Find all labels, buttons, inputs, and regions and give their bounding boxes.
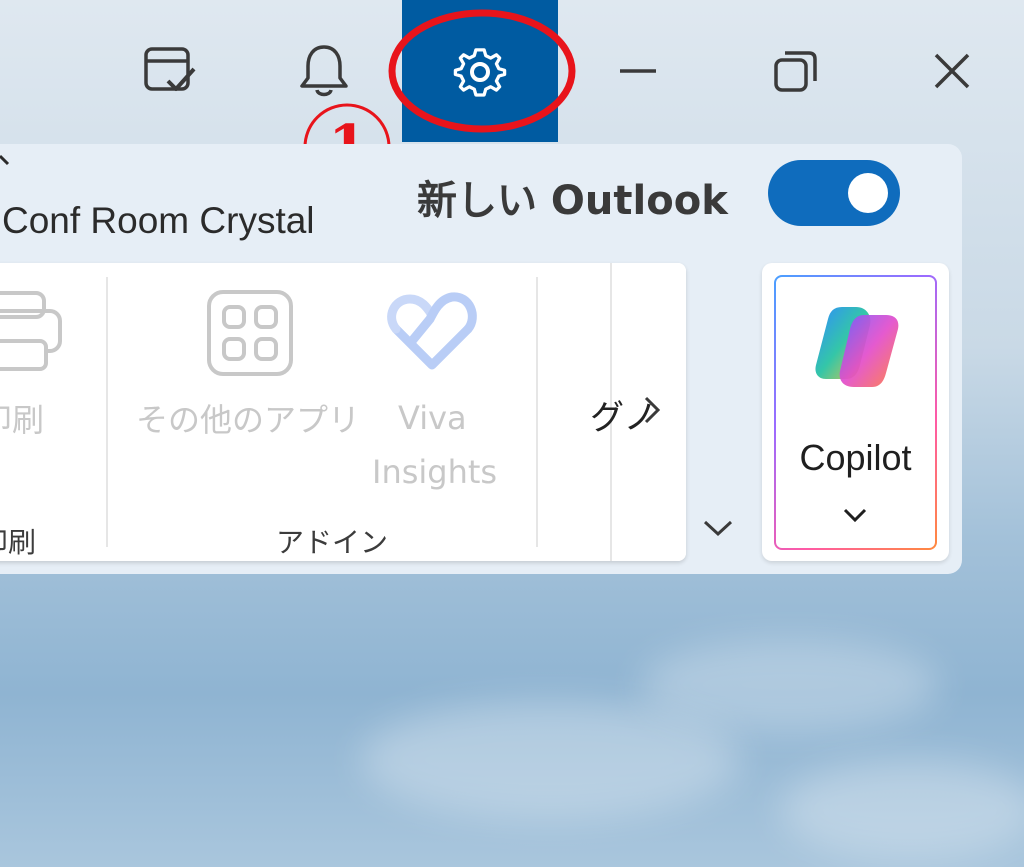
background-cloud: [640, 640, 940, 730]
viva-label-line2: Insights: [372, 453, 498, 491]
chevron-down-icon[interactable]: [702, 518, 734, 538]
addins-group-label: アドイン: [276, 526, 389, 559]
minimize-button[interactable]: [600, 0, 676, 142]
viva-insights-icon: [387, 292, 477, 370]
print-button-label: 印刷: [0, 401, 45, 439]
new-outlook-toggle[interactable]: [768, 160, 900, 226]
chevron-down-icon: [843, 508, 867, 523]
minimize-icon: [620, 69, 656, 73]
print-group-label: 印刷: [0, 526, 37, 559]
copilot-label: Copilot: [799, 437, 912, 478]
group-button-partial-label[interactable]: グノ: [590, 390, 657, 439]
calendar-check-icon: [144, 47, 196, 91]
highlight-ellipse: [388, 9, 576, 133]
printer-icon: [0, 291, 62, 371]
other-apps-label: その他のアプリ: [136, 401, 361, 439]
other-apps-button[interactable]: その他のアプリ: [136, 263, 368, 463]
chevron-up-icon: [0, 154, 10, 166]
viva-insights-button[interactable]: Viva Insights: [364, 263, 512, 503]
background-cloud: [780, 760, 1024, 860]
new-outlook-label: 新しい Outlook: [417, 178, 728, 224]
print-button[interactable]: 印刷: [0, 263, 104, 463]
group-divider: [536, 277, 538, 547]
apps-grid-icon: [207, 290, 293, 376]
bell-icon: [300, 45, 348, 97]
my-day-button[interactable]: [120, 0, 220, 142]
ribbon-card: 印刷 印刷 その他のアプリ Viva Insights アドイン: [0, 263, 686, 561]
toggle-knob: [848, 173, 888, 213]
room-location-text: Conf Room Crystal: [2, 200, 315, 241]
copilot-button[interactable]: Copilot: [774, 275, 937, 550]
restore-icon: [774, 51, 817, 92]
restore-button[interactable]: [756, 0, 836, 142]
group-divider: [106, 277, 108, 547]
viva-label-line1: Viva: [398, 399, 467, 437]
close-icon: [934, 53, 970, 89]
close-button[interactable]: [914, 0, 990, 142]
copilot-logo-icon: [815, 307, 899, 387]
copilot-card: Copilot: [762, 263, 949, 561]
background-cloud: [360, 700, 740, 820]
